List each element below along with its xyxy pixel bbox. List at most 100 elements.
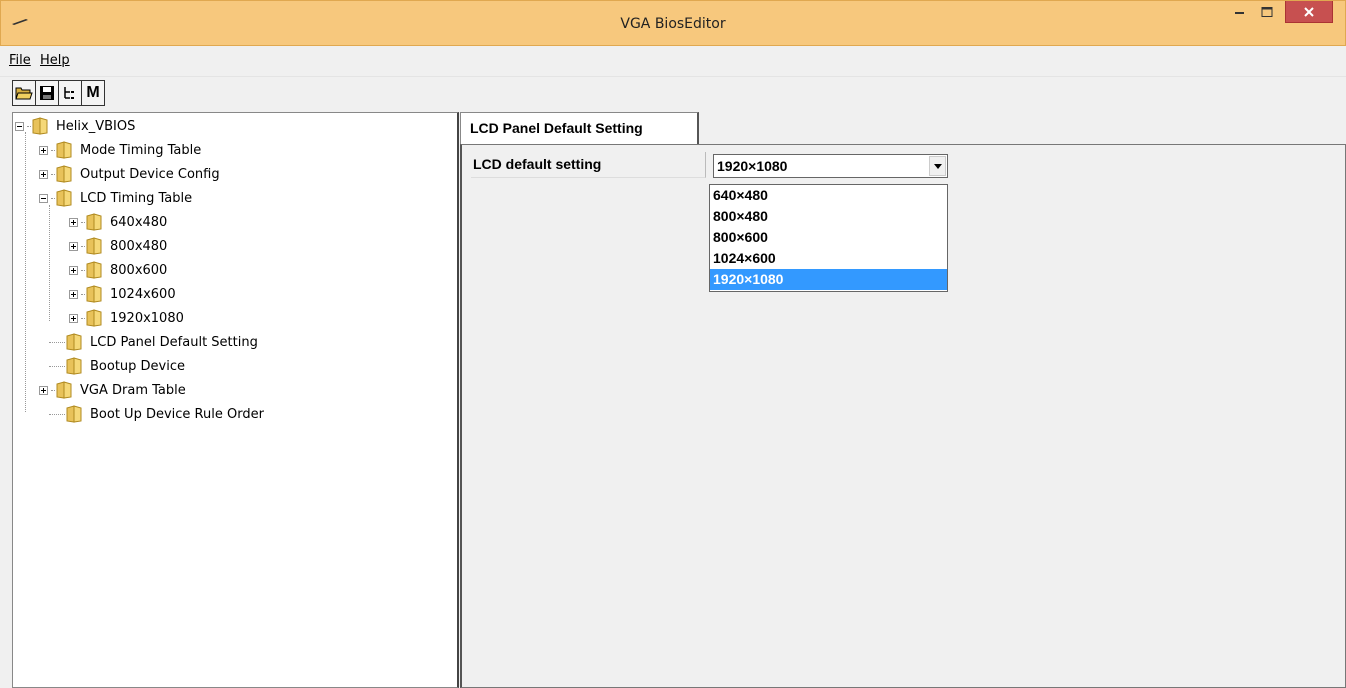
folder-icon: [56, 381, 72, 399]
tree-node-label: LCD Panel Default Setting: [90, 334, 258, 350]
dropdown-option[interactable]: 640×480: [710, 185, 947, 206]
expand-icon[interactable]: [69, 313, 78, 323]
expand-icon[interactable]: [69, 241, 78, 251]
tree-view-icon: [64, 87, 74, 99]
expand-icon[interactable]: [69, 217, 78, 227]
dropdown-option[interactable]: 1024×600: [710, 248, 947, 269]
tree-node-label: 640x480: [110, 214, 168, 230]
tree-node-800x600[interactable]: 800x600: [69, 259, 167, 281]
folder-icon: [86, 213, 102, 231]
expand-icon[interactable]: [39, 169, 48, 179]
open-folder-icon: [15, 87, 33, 100]
folder-icon: [66, 333, 82, 351]
maximize-icon: [1261, 7, 1273, 17]
settings-panel: LCD Panel Default Setting LCD default se…: [460, 112, 1346, 688]
tree-node-mode-timing-table[interactable]: Mode Timing Table: [39, 139, 201, 161]
tree-connector: [51, 197, 55, 199]
title-bar: VGA BiosEditor: [0, 0, 1346, 46]
tree-node-output-device-config[interactable]: Output Device Config: [39, 163, 220, 185]
folder-icon: [56, 141, 72, 159]
tree-node-label: Mode Timing Table: [80, 142, 202, 158]
tree-connector: [81, 269, 85, 271]
tree-view[interactable]: Helix_VBIOS Mode Timing Table Output Dev…: [12, 112, 459, 688]
expand-icon[interactable]: [69, 265, 78, 275]
tree-node-vga-dram-table[interactable]: VGA Dram Table: [39, 379, 186, 401]
save-icon: [40, 86, 54, 100]
collapse-icon[interactable]: [39, 193, 48, 203]
folder-icon: [86, 309, 102, 327]
tree-connector: [81, 293, 85, 295]
tree-node-label: Output Device Config: [80, 166, 220, 182]
folder-icon: [32, 117, 48, 135]
tree-connector: [51, 173, 55, 175]
menu-help[interactable]: Help: [40, 53, 70, 68]
close-icon: [1304, 6, 1314, 17]
tree-node-boot-up-device-rule-order[interactable]: Boot Up Device Rule Order: [49, 403, 264, 425]
menu-bar: File Help: [0, 47, 1346, 77]
tree-node-label: 800x600: [110, 262, 168, 278]
menu-file-label: File: [9, 53, 31, 68]
tree-connector: [49, 205, 50, 321]
tree-node-label: Helix_VBIOS: [56, 118, 136, 134]
dropdown-option[interactable]: 800×480: [710, 206, 947, 227]
expand-icon[interactable]: [39, 145, 48, 155]
maximize-button[interactable]: [1253, 1, 1281, 23]
tab-lcd-panel-default-setting[interactable]: LCD Panel Default Setting: [460, 112, 699, 144]
folder-icon: [56, 165, 72, 183]
lcd-default-setting-select[interactable]: 1920×1080: [713, 154, 948, 178]
tree-node-label: 1920x1080: [110, 310, 184, 326]
folder-icon: [86, 285, 102, 303]
window-title: VGA BiosEditor: [620, 16, 726, 32]
dropdown-option[interactable]: 800×600: [710, 227, 947, 248]
expand-icon[interactable]: [69, 289, 78, 299]
collapse-icon[interactable]: [15, 121, 24, 131]
tree-connector: [49, 365, 65, 367]
tree-connector: [49, 341, 65, 343]
menu-help-label: Help: [40, 53, 70, 68]
tree-node-label: VGA Dram Table: [80, 382, 186, 398]
minimize-icon: [1235, 12, 1244, 14]
tree-node-label: 1024x600: [110, 286, 176, 302]
tree-connector: [81, 245, 85, 247]
tree-node-1920x1080[interactable]: 1920x1080: [69, 307, 184, 329]
dropdown-button[interactable]: [929, 156, 946, 176]
m-button[interactable]: M: [81, 80, 105, 106]
menu-file[interactable]: File: [9, 53, 31, 68]
minimize-button[interactable]: [1227, 1, 1253, 23]
tree-node-label: 800x480: [110, 238, 168, 254]
tree-connector: [49, 413, 65, 415]
tree-connector: [27, 125, 31, 127]
toolbar: M: [12, 80, 105, 106]
chevron-down-icon: [934, 164, 942, 169]
tree-node-1024x600[interactable]: 1024x600: [69, 283, 176, 305]
tree-node-label: Boot Up Device Rule Order: [90, 406, 264, 422]
m-button-label: M: [86, 84, 100, 101]
tree-node-label: Bootup Device: [90, 358, 186, 374]
dropdown-option-selected[interactable]: 1920×1080: [710, 269, 947, 290]
property-label: LCD default setting: [471, 152, 706, 178]
folder-icon: [66, 357, 82, 375]
folder-icon: [66, 405, 82, 423]
tree-node-lcd-timing-table[interactable]: LCD Timing Table: [39, 187, 192, 209]
folder-icon: [86, 237, 102, 255]
select-value: 1920×1080: [717, 158, 788, 174]
tree-node-800x480[interactable]: 800x480: [69, 235, 167, 257]
tree-node-label: LCD Timing Table: [80, 190, 193, 206]
tree-connector: [51, 389, 55, 391]
tree-node-lcd-panel-default-setting[interactable]: LCD Panel Default Setting: [49, 331, 258, 353]
tree-connector: [51, 149, 55, 151]
tree-node-root[interactable]: Helix_VBIOS: [15, 115, 135, 137]
tree-node-bootup-device[interactable]: Bootup Device: [49, 355, 185, 377]
tree-view-button[interactable]: [58, 80, 82, 106]
save-button[interactable]: [35, 80, 59, 106]
tree-connector: [81, 221, 85, 223]
tree-connector: [25, 132, 26, 412]
folder-icon: [86, 261, 102, 279]
close-button[interactable]: [1285, 1, 1333, 23]
tree-connector: [81, 317, 85, 319]
expand-icon[interactable]: [39, 385, 48, 395]
folder-icon: [56, 189, 72, 207]
open-button[interactable]: [12, 80, 36, 106]
tree-node-640x480[interactable]: 640x480: [69, 211, 167, 233]
dropdown-list[interactable]: 640×480 800×480 800×600 1024×600 1920×10…: [709, 184, 948, 292]
